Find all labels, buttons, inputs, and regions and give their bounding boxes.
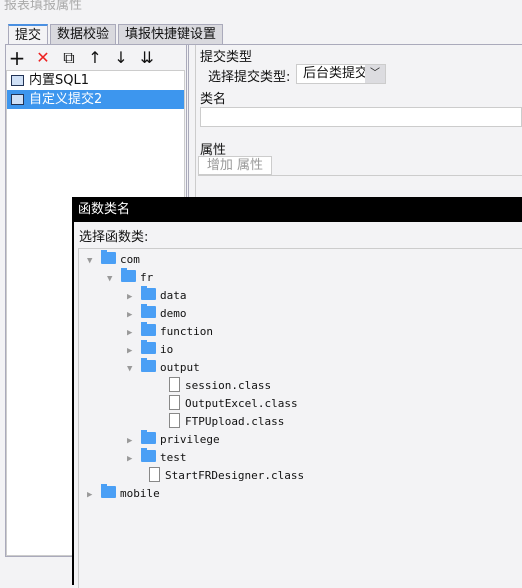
folder-icon <box>101 484 116 498</box>
tree-node-label: StartFRDesigner.class <box>165 469 305 482</box>
tree-node[interactable]: ▶ test <box>127 448 187 468</box>
tree-node[interactable]: ▶ io <box>127 340 174 360</box>
tree-node[interactable]: OutputExcel.class <box>169 395 298 413</box>
tree-node[interactable]: ▶ demo <box>127 304 187 324</box>
tree-node-label: com <box>120 253 140 266</box>
list-item[interactable]: 内置SQL1 <box>7 71 184 90</box>
tree-node-label: privilege <box>160 433 220 446</box>
submit-type-value: 后台类提交 <box>303 66 369 81</box>
folder-icon <box>141 322 156 336</box>
folder-icon <box>141 304 156 318</box>
collapsed-arrow-icon[interactable]: ▶ <box>87 486 97 504</box>
folder-icon <box>141 430 156 444</box>
delete-icon[interactable]: ✕ <box>32 47 54 69</box>
collapsed-arrow-icon[interactable]: ▶ <box>127 306 137 324</box>
move-bottom-icon[interactable]: ⇊ <box>136 47 158 69</box>
folder-icon <box>121 268 136 282</box>
collapsed-arrow-icon[interactable]: ▶ <box>127 342 137 360</box>
class-name-group: 类名 <box>200 92 227 107</box>
expanded-arrow-icon[interactable]: ▼ <box>107 270 117 288</box>
function-class-dialog: 函数类名 选择函数类: ▼ com ▼ fr ▶ data ▶ demo ▶ function ▶ i… <box>72 197 522 588</box>
toolbar: + ✕ ⧉ ↑ ↓ ⇊ <box>6 47 158 69</box>
folder-icon <box>141 448 156 462</box>
chevron-down-icon[interactable]: ﹀ <box>365 65 385 83</box>
tree-node-label: FTPUpload.class <box>185 415 285 428</box>
submit-type-group: 提交类型 <box>200 50 253 65</box>
tab-bar: 提交 数据校验 填报快捷键设置 <box>8 24 224 45</box>
tree-node-label: fr <box>140 271 154 284</box>
expanded-arrow-icon[interactable]: ▼ <box>127 360 137 378</box>
dialog-title: 函数类名 <box>74 197 522 222</box>
tree-node[interactable]: FTPUpload.class <box>169 413 284 431</box>
tree-node[interactable]: StartFRDesigner.class <box>149 467 304 485</box>
tree-node-label: io <box>160 343 174 356</box>
dialog-label: 选择函数类: <box>79 230 149 245</box>
copy-icon[interactable]: ⧉ <box>58 47 80 69</box>
collapsed-arrow-icon[interactable]: ▶ <box>127 324 137 342</box>
tree-node-label: function <box>160 325 213 338</box>
class-name-input[interactable] <box>200 107 522 127</box>
collapsed-arrow-icon[interactable]: ▶ <box>127 450 137 468</box>
tab-submit[interactable]: 提交 <box>8 24 49 45</box>
add-icon[interactable]: + <box>6 47 28 69</box>
tree-node-label: OutputExcel.class <box>185 397 298 410</box>
add-property-button[interactable]: 增加 属性 <box>198 156 272 175</box>
collapsed-arrow-icon[interactable]: ▶ <box>127 288 137 306</box>
file-icon <box>169 413 180 428</box>
tree-node[interactable]: ▶ data <box>127 286 187 306</box>
tree-node[interactable]: ▼ output <box>127 358 200 378</box>
folder-icon <box>141 340 156 354</box>
file-icon <box>169 395 180 410</box>
tree-node[interactable]: ▼ fr <box>107 268 154 288</box>
window-title: 报表填报属性 <box>4 0 83 13</box>
tree-node-label: session.class <box>185 379 272 392</box>
file-icon <box>149 467 160 482</box>
move-up-icon[interactable]: ↑ <box>84 47 106 69</box>
sql-icon <box>11 75 24 86</box>
tree-node-label: mobile <box>120 487 160 500</box>
submit-type-label: 选择提交类型: <box>208 70 291 85</box>
tab-shortcut-settings[interactable]: 填报快捷键设置 <box>118 24 224 45</box>
custom-submit-icon <box>11 94 24 105</box>
tree-node-label: test <box>160 451 187 464</box>
list-item-label: 自定义提交2 <box>29 92 103 107</box>
expanded-arrow-icon[interactable]: ▼ <box>87 252 97 270</box>
folder-icon <box>141 358 156 372</box>
tree-node[interactable]: ▶ mobile <box>87 484 160 504</box>
tree-node[interactable]: session.class <box>169 377 271 395</box>
list-item-label: 内置SQL1 <box>29 73 89 88</box>
submit-type-select[interactable]: 后台类提交 ﹀ <box>296 64 386 84</box>
file-icon <box>169 377 180 392</box>
class-tree: ▼ com ▼ fr ▶ data ▶ demo ▶ function ▶ io ▼ output sess… <box>78 248 522 588</box>
tree-node-label: output <box>160 361 200 374</box>
tree-node[interactable]: ▼ com <box>87 250 140 270</box>
tree-node[interactable]: ▶ function <box>127 322 213 342</box>
tree-node[interactable]: ▶ privilege <box>127 430 220 450</box>
list-item[interactable]: 自定义提交2 <box>7 90 184 109</box>
tree-node-label: data <box>160 289 187 302</box>
folder-icon <box>101 250 116 264</box>
collapsed-arrow-icon[interactable]: ▶ <box>127 432 137 450</box>
move-down-icon[interactable]: ↓ <box>110 47 132 69</box>
tree-node-label: demo <box>160 307 187 320</box>
tab-data-validation[interactable]: 数据校验 <box>50 24 117 45</box>
folder-icon <box>141 286 156 300</box>
